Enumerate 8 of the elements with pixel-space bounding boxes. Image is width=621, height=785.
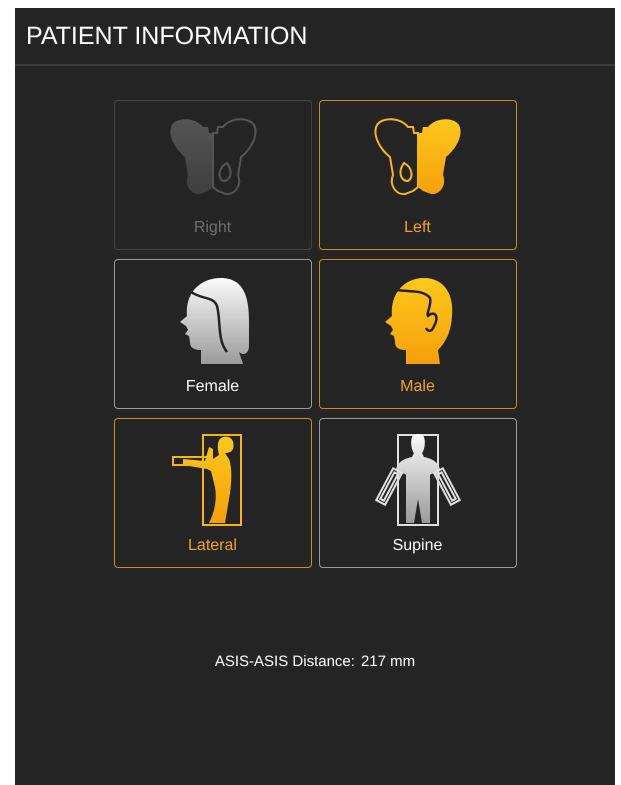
window-title: PATIENT INFORMATION	[26, 22, 308, 50]
option-button[interactable]: Male	[318, 259, 516, 409]
distance-value: 217 mm	[360, 653, 416, 670]
option-button[interactable]: Supine	[318, 418, 516, 568]
option-button[interactable]: Lateral	[114, 418, 312, 568]
option-button[interactable]: Left	[318, 100, 516, 250]
option-button[interactable]: Female	[114, 259, 312, 409]
distance-label: ASIS-ASIS Distance:	[214, 653, 355, 670]
